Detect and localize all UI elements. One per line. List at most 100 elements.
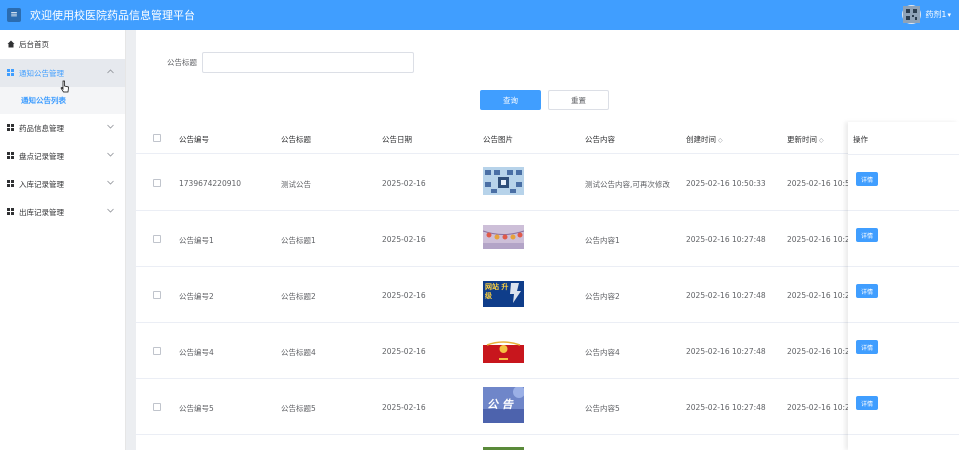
grid-icon [7,208,15,216]
detail-button[interactable]: 详情 [856,284,878,298]
cell-created: 2025-02-16 10:27:48 [686,403,766,412]
column-header-updated[interactable]: 更新时间 ◇ [787,134,824,145]
column-header-image: 公告图片 [483,135,513,144]
column-header-actions: 操作 [853,135,868,144]
row-checkbox[interactable] [153,179,161,187]
sidebar-subitem-label: 通知公告列表 [21,96,66,105]
grid-icon [7,124,15,132]
sidebar-item-stock-in[interactable]: 入库记录管理 [0,170,125,198]
notice-banner-text: 公 告 [487,398,513,411]
cell-created: 2025-02-16 10:27:48 [686,235,766,244]
reset-button[interactable]: 重置 [548,90,609,110]
cell-updated: 2025-02-16 10:27: [787,347,858,356]
avatar[interactable] [902,5,922,24]
cell-date: 2025-02-16 [382,403,426,412]
notice-image-thumbnail[interactable] [483,335,524,363]
row-checkbox[interactable] [153,347,161,355]
menu-toggle-icon[interactable]: ≡ [7,8,21,22]
sidebar-item-inventory[interactable]: 盘点记录管理 [0,142,125,170]
sidebar-item-label: 盘点记录管理 [19,151,64,161]
table-row: 公告编号1 公告标题1 2025-02-16 公告内容1 2025-02-16 … [136,211,959,267]
cell-title: 公告标题5 [281,404,316,413]
cell-created: 2025-02-16 10:27:48 [686,291,766,300]
user-menu[interactable]: 药剂1 ▾ [902,5,951,24]
chevron-down-icon [107,179,114,187]
chevron-up-icon [107,68,114,76]
grid-icon [7,69,15,77]
sidebar-item-label: 入库记录管理 [19,179,64,189]
cell-date: 2025-02-16 [382,291,426,300]
row-checkbox[interactable] [153,235,161,243]
notice-image-thumbnail[interactable]: 公 告 [483,387,524,423]
cell-code: 1739674220910 [179,179,242,188]
notice-image-thumbnail[interactable]: 网站 升级 [483,281,524,307]
cell-created: 2025-02-16 10:50:33 [686,179,766,188]
sidebar-item-drug-info[interactable]: 药品信息管理 [0,114,125,142]
chevron-down-icon [107,207,114,215]
avatar-qr-icon [903,6,921,23]
notice-image-thumbnail[interactable] [483,225,524,249]
cell-title: 测试公告 [281,180,311,189]
sort-icon[interactable]: ◇ [819,137,824,144]
column-header-created[interactable]: 创建时间 ◇ [686,134,723,145]
cell-title: 公告标题2 [281,292,316,301]
sidebar-item-label: 药品信息管理 [19,123,64,133]
detail-button[interactable]: 详情 [856,396,878,410]
sidebar-item-stock-out[interactable]: 出库记录管理 [0,198,125,226]
cell-content: 测试公告内容,可再次修改 [585,180,670,189]
cell-updated: 2025-02-16 10:27: [787,235,858,244]
chevron-down-icon[interactable]: ▾ [947,11,951,19]
sidebar-item-label: 出库记录管理 [19,207,64,217]
detail-button[interactable]: 详情 [856,172,878,186]
chevron-down-icon [107,151,114,159]
sidebar-item-home[interactable]: 后台首页 [0,30,125,58]
grid-icon [7,152,15,160]
sort-icon[interactable]: ◇ [718,137,723,144]
chevron-down-icon [107,123,114,131]
app-title: 欢迎使用校医院药品信息管理平台 [30,9,195,22]
username[interactable]: 药剂1 [925,9,946,20]
cell-updated: 2025-02-16 10:27: [787,403,858,412]
table-row: 公告编号4 公告标题4 2025-02-16 公告内容4 2025-02-16 … [136,323,959,379]
column-header-date: 公告日期 [382,135,412,144]
cell-created: 2025-02-16 10:27:48 [686,347,766,356]
search-title-label: 公告标题 [167,58,197,67]
table-row: 公告编号2 公告标题2 2025-02-16 网站 升级 公告内容2 2025-… [136,267,959,323]
actions-column: 操作 详情 详情 详情 详情 详情 [848,122,959,450]
cell-code: 公告编号5 [179,404,214,413]
cell-content: 公告内容2 [585,292,620,301]
cell-code: 公告编号2 [179,292,214,301]
row-checkbox[interactable] [153,403,161,411]
cell-content: 公告内容5 [585,404,620,413]
upgrade-banner-text: 网站 升级 [485,283,509,300]
cell-date: 2025-02-16 [382,347,426,356]
sidebar-scroll-gutter [126,30,136,450]
top-bar: ≡ 欢迎使用校医院药品信息管理平台 药剂1 ▾ [0,0,959,30]
row-checkbox[interactable] [153,291,161,299]
sidebar-item-label: 后台首页 [19,39,49,49]
cell-updated: 2025-02-16 10:27: [787,291,858,300]
cell-updated: 2025-02-16 10:50: [787,179,858,188]
detail-button[interactable]: 详情 [856,340,878,354]
cell-content: 公告内容1 [585,236,620,245]
hand-cursor-icon [60,80,69,93]
main-content: 公告标题 查询 重置 公告编号 公告标题 公告日期 公告图片 公告内容 创建时间… [136,30,959,450]
cell-content: 公告内容4 [585,348,620,357]
cell-code: 公告编号1 [179,236,214,245]
table-row: 1739674220910 测试公告 2025-02-16 测试公告内容,可再次… [136,155,959,211]
table-row: 公告编号5 公告标题5 2025-02-16 公 告 公告内容5 2025-02… [136,379,959,435]
search-title-input[interactable] [202,52,414,73]
select-all-checkbox[interactable] [153,134,161,142]
home-icon [7,40,15,48]
cell-title: 公告标题4 [281,348,316,357]
grid-icon [7,180,15,188]
cell-title: 公告标题1 [281,236,316,245]
cell-code: 公告编号4 [179,348,214,357]
notice-image-thumbnail[interactable] [483,167,524,195]
sidebar: 后台首页 通知公告管理 通知公告列表 药品信息管理 盘点记录管理 入库记录管理 … [0,30,126,450]
sidebar-item-label: 通知公告管理 [19,68,64,78]
column-header-content: 公告内容 [585,135,615,144]
detail-button[interactable]: 详情 [856,228,878,242]
column-header-title: 公告标题 [281,135,311,144]
query-button[interactable]: 查询 [480,90,541,110]
